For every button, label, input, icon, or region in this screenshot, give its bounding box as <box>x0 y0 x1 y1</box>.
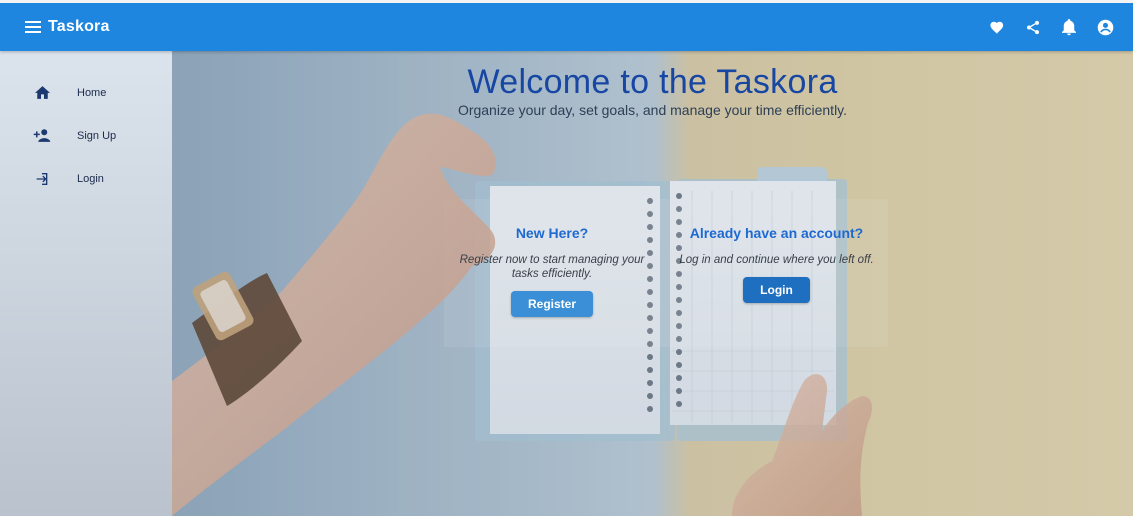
menu-icon[interactable] <box>22 16 44 38</box>
app-bar: Taskora <box>0 3 1133 51</box>
sidebar-item-label: Sign Up <box>77 129 117 142</box>
sidebar-item-label: Login <box>77 172 104 185</box>
sidebar-item-label: Home <box>77 86 107 99</box>
register-card-title: New Here? <box>515 225 589 241</box>
sidebar-item-login[interactable]: Login <box>0 157 172 200</box>
share-icon[interactable] <box>1021 15 1045 39</box>
login-card-title: Already have an account? <box>689 225 864 241</box>
register-card-text: Register now to start managing your task… <box>459 254 645 280</box>
page-title: Welcome to the Taskora <box>467 63 838 101</box>
page-subtitle: Organize your day, set goals, and manage… <box>457 102 848 118</box>
appbar-actions <box>985 15 1117 39</box>
app-title: Taskora <box>48 18 110 35</box>
login-button[interactable]: Login <box>743 277 810 303</box>
register-button[interactable]: Register <box>510 291 594 317</box>
person-add-icon <box>32 126 52 146</box>
browser-top-strip <box>0 0 1133 3</box>
account-circle-icon[interactable] <box>1093 15 1117 39</box>
sidebar-item-home[interactable]: Home <box>0 71 172 114</box>
register-card: New Here? Register now to start managing… <box>442 199 662 349</box>
sidebar: Home Sign Up Login <box>0 51 172 516</box>
login-card-text: Log in and continue where you left off. <box>679 254 874 266</box>
main-content: Welcome to the Taskora Organize your day… <box>172 51 1133 516</box>
login-card: Already have an account? Log in and cont… <box>669 199 884 349</box>
home-icon <box>32 83 52 103</box>
sidebar-item-sign-up[interactable]: Sign Up <box>0 114 172 157</box>
login-icon <box>32 169 52 189</box>
bell-icon[interactable] <box>1057 15 1081 39</box>
heart-icon[interactable] <box>985 15 1009 39</box>
